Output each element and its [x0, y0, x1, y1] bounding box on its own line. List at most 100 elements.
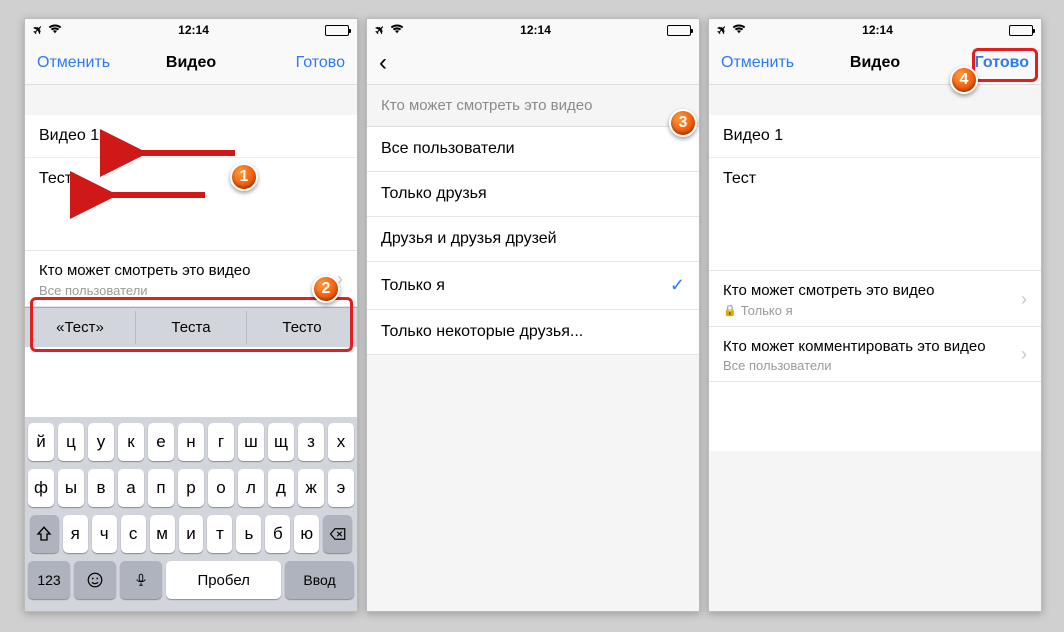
arrow-1a [130, 143, 240, 163]
key[interactable]: ц [58, 423, 84, 461]
status-time: 12:14 [178, 23, 209, 37]
battery-icon [1009, 25, 1033, 36]
privacy-view-label: Кто может смотреть это видео [39, 261, 337, 281]
done-button[interactable]: Готово [242, 54, 345, 72]
option-friends-only[interactable]: Только друзья [367, 172, 699, 217]
suggestion-2[interactable]: Теста [136, 311, 247, 344]
arrow-1b [100, 185, 210, 205]
key[interactable]: в [88, 469, 114, 507]
backspace-key[interactable] [323, 515, 352, 553]
done-button[interactable]: Готово [926, 54, 1029, 72]
suggestion-1[interactable]: «Тест» [25, 311, 136, 344]
section-header: Кто может смотреть это видео [367, 85, 699, 127]
back-button[interactable]: ‹ [379, 51, 387, 75]
battery-icon [667, 25, 691, 36]
status-bar: ✈ 12:14 [709, 19, 1041, 41]
key[interactable]: ш [238, 423, 264, 461]
key[interactable]: ю [294, 515, 319, 553]
key[interactable]: щ [268, 423, 294, 461]
nav-bar: ‹ [367, 41, 699, 85]
airplane-icon: ✈ [372, 21, 389, 38]
video-desc-field[interactable]: Тест [709, 158, 1041, 200]
key-row-2: ф ы в а п р о л д ж э [28, 469, 354, 507]
video-title-field[interactable]: Видео 1 [709, 115, 1041, 158]
airplane-icon: ✈ [30, 21, 47, 38]
space-key[interactable]: Пробел [166, 561, 281, 599]
key[interactable]: м [150, 515, 175, 553]
privacy-view-row[interactable]: Кто может смотреть это видео Все пользов… [25, 250, 357, 307]
key[interactable]: й [28, 423, 54, 461]
key[interactable]: а [118, 469, 144, 507]
key[interactable]: н [178, 423, 204, 461]
key[interactable]: и [179, 515, 204, 553]
status-time: 12:14 [862, 23, 893, 37]
callout-2: 2 [312, 275, 340, 303]
chevron-right-icon: › [1021, 289, 1027, 310]
lock-icon: 🔒 [723, 304, 737, 317]
key[interactable]: р [178, 469, 204, 507]
key[interactable]: ы [58, 469, 84, 507]
airplane-icon: ✈ [714, 21, 731, 38]
status-time: 12:14 [520, 23, 551, 37]
key[interactable]: э [328, 469, 354, 507]
callout-4: 4 [950, 66, 978, 94]
privacy-comment-label: Кто может комментировать это видео [723, 337, 1021, 357]
option-all-users[interactable]: Все пользователи [367, 127, 699, 172]
battery-icon [325, 25, 349, 36]
key[interactable]: ч [92, 515, 117, 553]
wifi-icon [732, 23, 746, 38]
key[interactable]: ф [28, 469, 54, 507]
callout-3: 3 [669, 109, 697, 137]
enter-key[interactable]: Ввод [285, 561, 354, 599]
screen-2-privacy-options: ✈ 12:14 ‹ Кто может смотреть это видео В… [366, 18, 700, 612]
key[interactable]: х [328, 423, 354, 461]
screen-3-edit-video-updated: ✈ 12:14 Отменить Видео Готово Видео 1 Те… [708, 18, 1042, 612]
privacy-view-value: Все пользователи [39, 283, 337, 298]
nav-title: Видео [824, 54, 927, 72]
wifi-icon [390, 23, 404, 38]
chevron-right-icon: › [1021, 344, 1027, 365]
key[interactable]: г [208, 423, 234, 461]
key[interactable]: ь [236, 515, 261, 553]
key[interactable]: я [63, 515, 88, 553]
shift-key[interactable] [30, 515, 59, 553]
wifi-icon [48, 23, 62, 38]
key[interactable]: к [118, 423, 144, 461]
numbers-key[interactable]: 123 [28, 561, 70, 599]
privacy-view-value: Только я [741, 303, 793, 318]
screen-1-edit-video: ✈ 12:14 Отменить Видео Готово Кто может … [24, 18, 358, 612]
key-row-4: 123 Пробел Ввод [28, 561, 354, 599]
mic-key[interactable] [120, 561, 162, 599]
emoji-key[interactable] [74, 561, 116, 599]
key[interactable]: е [148, 423, 174, 461]
key[interactable]: с [121, 515, 146, 553]
status-bar: ✈ 12:14 [25, 19, 357, 41]
key[interactable]: у [88, 423, 114, 461]
nav-title: Видео [140, 54, 243, 72]
cancel-button[interactable]: Отменить [721, 54, 824, 72]
key-row-3: я ч с м и т ь б ю [28, 515, 354, 553]
status-bar: ✈ 12:14 [367, 19, 699, 41]
privacy-view-row[interactable]: Кто может смотреть это видео 🔒 Только я … [709, 270, 1041, 327]
key[interactable]: т [207, 515, 232, 553]
option-friends-of-friends[interactable]: Друзья и друзья друзей [367, 217, 699, 262]
key[interactable]: ж [298, 469, 324, 507]
key[interactable]: б [265, 515, 290, 553]
video-title-value: Видео 1 [723, 127, 783, 144]
nav-bar: Отменить Видео Готово [25, 41, 357, 85]
option-some-friends[interactable]: Только некоторые друзья... [367, 310, 699, 355]
checkmark-icon: ✓ [670, 275, 685, 296]
cancel-button[interactable]: Отменить [37, 54, 140, 72]
privacy-comment-value: Все пользователи [723, 358, 1021, 373]
key[interactable]: п [148, 469, 174, 507]
key[interactable]: о [208, 469, 234, 507]
nav-bar: Отменить Видео Готово [709, 41, 1041, 85]
key-row-1: й ц у к е н г ш щ з х [28, 423, 354, 461]
option-only-me[interactable]: Только я ✓ [367, 262, 699, 310]
privacy-view-label: Кто может смотреть это видео [723, 281, 1021, 301]
suggestion-3[interactable]: Тесто [247, 311, 357, 344]
key[interactable]: д [268, 469, 294, 507]
privacy-comment-row[interactable]: Кто может комментировать это видео Все п… [709, 327, 1041, 383]
key[interactable]: з [298, 423, 324, 461]
key[interactable]: л [238, 469, 264, 507]
